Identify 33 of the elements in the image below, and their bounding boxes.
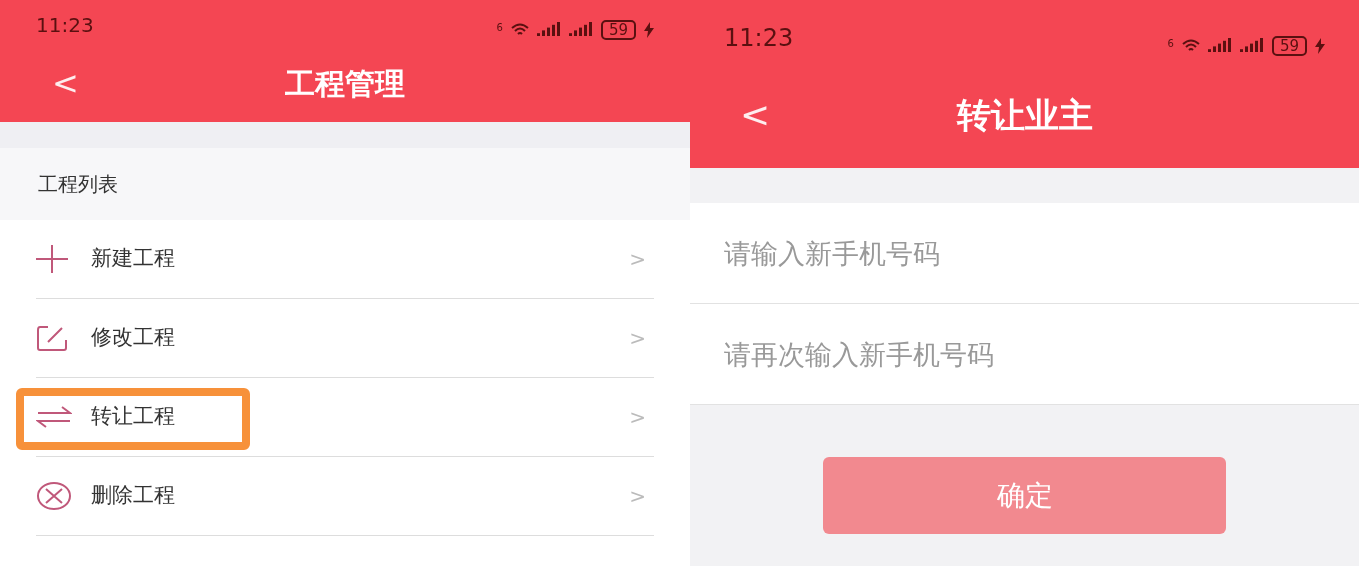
wifi-icon xyxy=(510,23,529,37)
status-time: 11:23 xyxy=(36,12,94,39)
phone-input-field[interactable]: 请输入新手机号码 xyxy=(690,203,1359,304)
page-title: 工程管理 xyxy=(284,64,406,103)
menu-label: 删除工程 xyxy=(91,482,176,510)
phone-input-field[interactable]: 请再次输入新手机号码 xyxy=(690,304,1359,405)
battery-level: 59 xyxy=(600,20,636,40)
plus-icon xyxy=(36,245,68,273)
section-title: 工程列表 xyxy=(38,171,118,198)
page-title: 转让业主 xyxy=(955,93,1094,137)
menu-item[interactable]: 修改工程 > xyxy=(36,299,654,378)
chevron-icon: > xyxy=(629,402,646,432)
chevron-icon: > xyxy=(629,481,646,511)
swap-arrows-icon xyxy=(36,405,72,429)
status-time: 11:23 xyxy=(724,23,794,54)
chevron-icon: > xyxy=(629,244,646,274)
signal-icon xyxy=(536,22,561,38)
wifi-label: 6 xyxy=(496,21,503,35)
chevron-icon: > xyxy=(629,323,646,353)
menu-item[interactable]: 删除工程 > xyxy=(36,457,654,536)
menu-label: 新建工程 xyxy=(91,245,176,273)
edit-icon xyxy=(36,324,68,352)
wifi-icon xyxy=(1181,39,1200,53)
delete-icon xyxy=(36,481,72,511)
signal-icon xyxy=(1207,38,1232,54)
menu-label: 转让工程 xyxy=(91,403,176,431)
signal-icon xyxy=(568,22,593,38)
menu-item[interactable]: 转让工程 > xyxy=(36,378,654,457)
signal-icon xyxy=(1239,38,1264,54)
wifi-label: 6 xyxy=(1167,37,1174,51)
menu-item[interactable]: 新建工程 > xyxy=(36,220,654,299)
menu-label: 修改工程 xyxy=(91,324,176,352)
battery-level: 59 xyxy=(1271,36,1307,56)
